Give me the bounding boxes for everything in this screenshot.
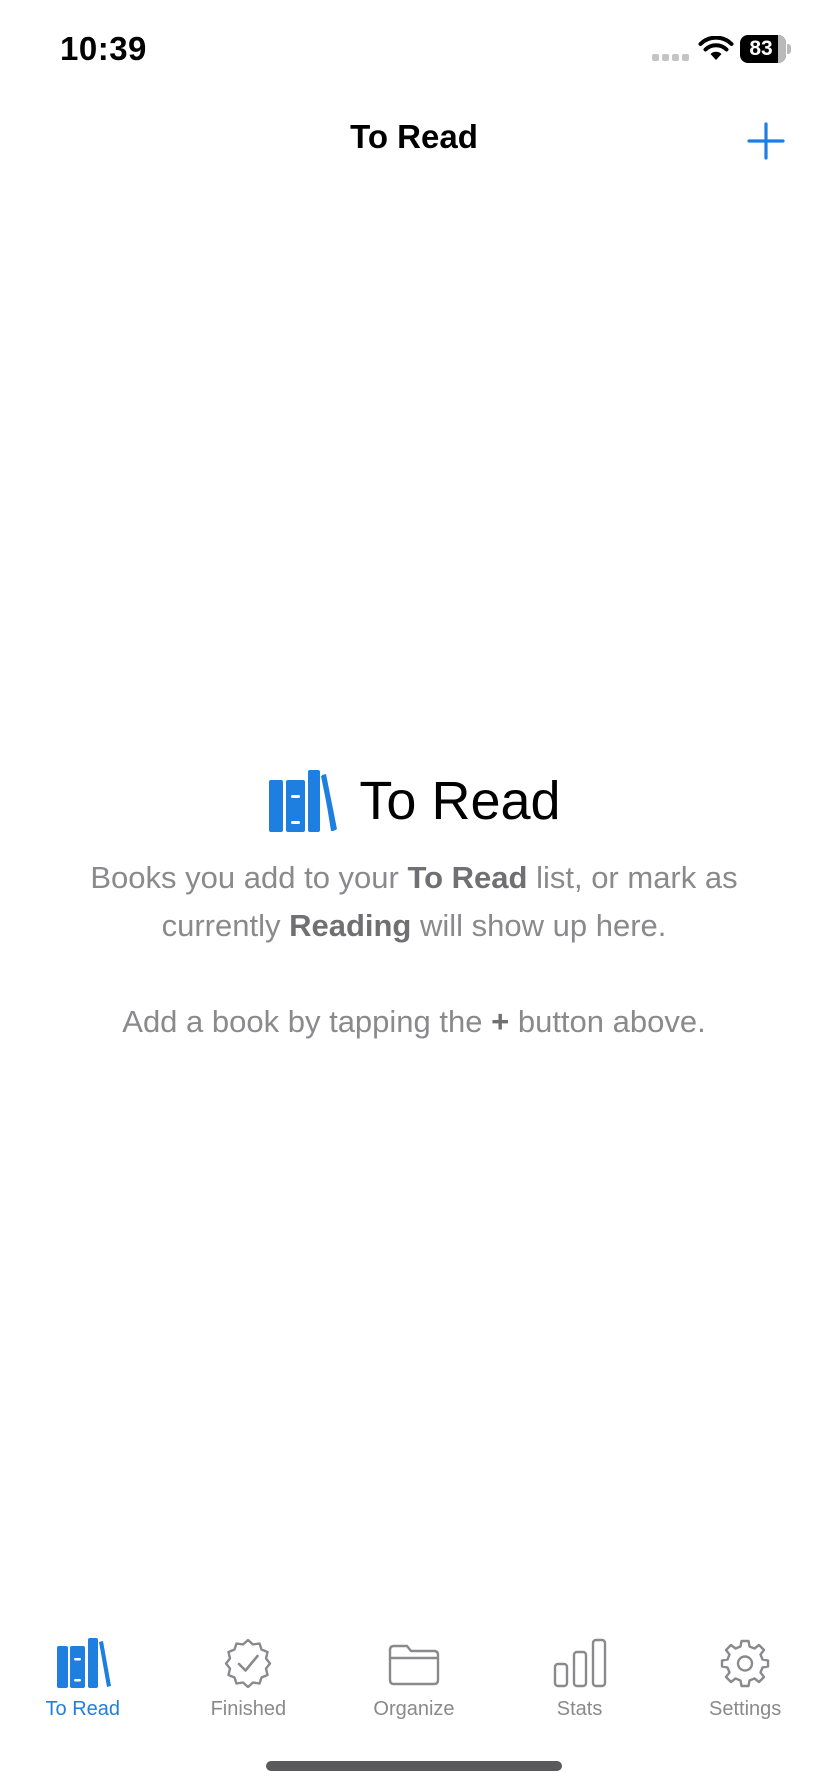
status-time: 10:39: [60, 30, 147, 67]
tab-finished[interactable]: Finished: [166, 1620, 332, 1720]
empty-state-hint: Add a book by tapping the + button above…: [50, 998, 778, 1046]
battery-icon: 83: [740, 35, 791, 63]
desc-text: Books you add to your: [90, 860, 408, 895]
app-screen: 10:39 83 To Read To Read Books you add t…: [0, 0, 828, 1792]
books-icon: [269, 770, 338, 832]
page-title: To Read: [350, 118, 478, 155]
wifi-icon: [698, 36, 734, 60]
hint-text: button above.: [509, 1004, 706, 1039]
hint-bold-plus: +: [491, 1004, 510, 1039]
tab-stats[interactable]: Stats: [497, 1620, 663, 1720]
tab-label: To Read: [45, 1698, 121, 1720]
desc-bold-to-read: To Read: [407, 860, 528, 895]
desc-text: will show up here.: [411, 908, 667, 943]
tab-label: Settings: [709, 1698, 782, 1720]
signal-icon: [652, 54, 690, 62]
empty-state-header: To Read: [0, 766, 828, 836]
tab-label: Organize: [373, 1698, 455, 1720]
books-icon: [56, 1638, 111, 1688]
status-bar: 10:39 83: [0, 0, 828, 100]
tab-settings[interactable]: Settings: [662, 1620, 828, 1720]
tab-bar: To Read Finished Organize Stats Settings: [0, 1620, 828, 1720]
home-indicator[interactable]: [266, 1761, 562, 1771]
checkmark-seal-icon: [225, 1638, 272, 1688]
tab-label: Finished: [210, 1698, 287, 1720]
folder-icon: [388, 1644, 440, 1686]
gear-icon: [720, 1639, 770, 1688]
empty-state-title: To Read: [359, 771, 561, 831]
bar-chart-icon: [553, 1638, 606, 1688]
tab-to-read[interactable]: To Read: [0, 1620, 166, 1720]
battery-level: 83: [749, 37, 773, 60]
hint-text: Add a book by tapping the: [122, 1004, 492, 1039]
tab-organize[interactable]: Organize: [331, 1620, 497, 1720]
desc-bold-reading: Reading: [289, 908, 412, 943]
add-book-button[interactable]: [745, 120, 787, 162]
tab-label: Stats: [556, 1698, 603, 1720]
empty-state-description: Books you add to your To Read list, or m…: [50, 854, 778, 950]
